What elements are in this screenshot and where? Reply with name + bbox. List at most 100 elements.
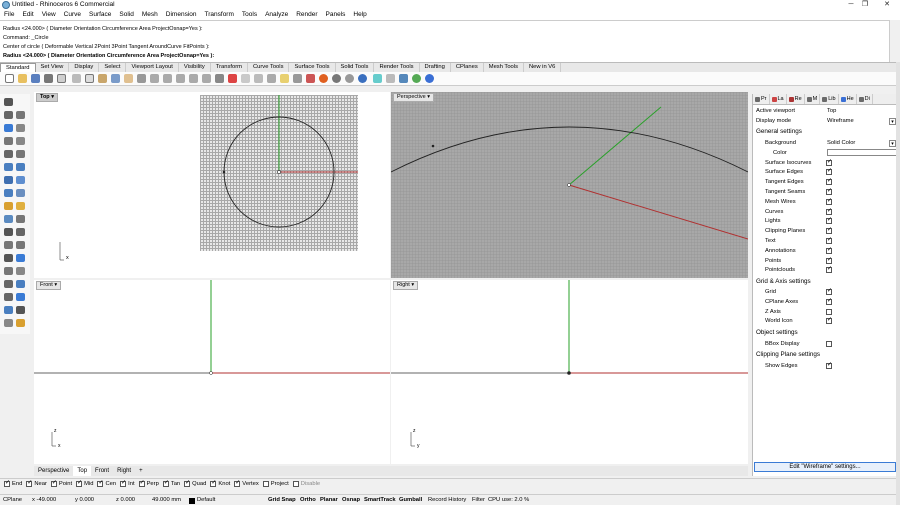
lock-icon[interactable]: [293, 74, 302, 83]
osnap-vertex[interactable]: Vertex: [234, 479, 259, 487]
render-tool-icon[interactable]: [4, 306, 13, 314]
materials-icon[interactable]: [373, 74, 382, 83]
options-icon[interactable]: [386, 74, 395, 83]
command-scrollbar[interactable]: [889, 20, 899, 62]
display-mode-dropdown[interactable]: Wireframe: [827, 118, 854, 124]
mesh-wires-checkbox[interactable]: [826, 197, 832, 205]
osnap-knot[interactable]: Knot: [210, 479, 230, 487]
block-icon[interactable]: [16, 319, 25, 327]
ellipse-icon[interactable]: [16, 124, 25, 132]
osnap-end[interactable]: End: [4, 479, 22, 487]
mesh-icon[interactable]: [4, 189, 13, 197]
cplane-icon[interactable]: [241, 74, 250, 83]
boolean-icon[interactable]: [16, 189, 25, 197]
zoom-window-icon[interactable]: [163, 74, 172, 83]
z-axis-checkbox[interactable]: [826, 308, 832, 315]
circle-tool-icon[interactable]: [4, 124, 13, 132]
split-icon[interactable]: [4, 215, 13, 223]
copy-object-icon[interactable]: [16, 241, 25, 249]
panel-tab-materials[interactable]: M: [805, 94, 821, 104]
undo-icon[interactable]: [111, 74, 120, 83]
tab-set-view[interactable]: Set View: [36, 63, 70, 72]
viewport-right[interactable]: z y Right ▾: [391, 280, 748, 464]
new-file-icon[interactable]: [5, 74, 14, 83]
tab-select[interactable]: Select: [99, 63, 127, 72]
color-swatch[interactable]: [827, 149, 897, 156]
box-icon[interactable]: [4, 176, 13, 184]
osnap-point[interactable]: Point: [50, 479, 72, 487]
pointclouds-checkbox[interactable]: [826, 265, 832, 274]
menu-transform[interactable]: Transform: [201, 10, 238, 20]
layer-icon[interactable]: [306, 74, 315, 83]
tab-solid-tools[interactable]: Solid Tools: [336, 63, 375, 72]
osnap-disable[interactable]: Disable: [292, 481, 320, 487]
pan-hand-icon[interactable]: [124, 74, 133, 83]
tab-drafting[interactable]: Drafting: [420, 63, 451, 72]
gumball-icon[interactable]: [16, 202, 25, 210]
join-icon[interactable]: [4, 228, 13, 236]
viewport-tab-front[interactable]: Front: [91, 466, 113, 476]
viewport-tab-perspective[interactable]: Perspective: [34, 466, 73, 476]
surface-icon[interactable]: [4, 163, 13, 171]
cplane-axes-checkbox[interactable]: [826, 297, 832, 305]
offset-icon[interactable]: [16, 150, 25, 158]
osnap-tan[interactable]: Tan: [162, 479, 180, 487]
sun-icon[interactable]: [399, 74, 408, 83]
menu-solid[interactable]: Solid: [115, 10, 137, 20]
tab-surface-tools[interactable]: Surface Tools: [289, 63, 336, 72]
osnap-mid[interactable]: Mid: [76, 479, 93, 487]
polyline-icon[interactable]: [4, 111, 13, 119]
explode-icon[interactable]: [16, 228, 25, 236]
menu-dimension[interactable]: Dimension: [162, 10, 201, 20]
panel-tab-properties[interactable]: Pr: [753, 94, 770, 104]
show-objects-icon[interactable]: [267, 74, 276, 83]
properties-icon[interactable]: [319, 74, 328, 83]
osnap-cen[interactable]: Cen: [97, 479, 116, 487]
move-icon[interactable]: [4, 241, 13, 249]
select-icon[interactable]: [228, 74, 237, 83]
tangent-edges-checkbox[interactable]: [826, 177, 832, 186]
world-icon-checkbox[interactable]: [826, 316, 832, 325]
mirror-icon[interactable]: [16, 280, 25, 288]
tab-curve-tools[interactable]: Curve Tools: [248, 63, 290, 72]
color-row[interactable]: Color: [753, 149, 899, 159]
menu-render[interactable]: Render: [292, 10, 321, 20]
viewport-tab-right[interactable]: Right: [113, 466, 135, 476]
annotations-checkbox[interactable]: [826, 246, 832, 254]
points-checkbox[interactable]: [826, 256, 832, 264]
panel-tab-display[interactable]: Di: [857, 94, 873, 104]
dimension-icon[interactable]: [16, 254, 25, 262]
curve-icon[interactable]: [4, 150, 13, 158]
extrude-icon[interactable]: [16, 163, 25, 171]
group-icon[interactable]: [4, 319, 13, 327]
display-mode-row[interactable]: Display mode Wireframe ▾: [753, 117, 899, 127]
viewport-perspective[interactable]: Perspective ▾: [391, 92, 748, 278]
viewport-title-right[interactable]: Right ▾: [393, 281, 419, 290]
tab-viewport-layout[interactable]: Viewport Layout: [126, 63, 179, 72]
smarttrack-toggle[interactable]: SmartTrack: [364, 497, 396, 503]
tab-cplanes[interactable]: CPlanes: [451, 63, 484, 72]
snap-icon[interactable]: [16, 293, 25, 301]
text-checkbox[interactable]: [826, 236, 832, 244]
array-icon[interactable]: [4, 267, 13, 275]
grid-snap-toggle[interactable]: Grid Snap: [268, 497, 296, 503]
trim-icon[interactable]: [16, 215, 25, 223]
shaded-sphere-icon[interactable]: [332, 74, 341, 83]
light-bulb-icon[interactable]: [280, 74, 289, 83]
fillet-icon[interactable]: [4, 202, 13, 210]
menu-panels[interactable]: Panels: [322, 10, 350, 20]
hide-objects-icon[interactable]: [254, 74, 263, 83]
tangent-seams-checkbox[interactable]: [826, 187, 832, 195]
grid-checkbox[interactable]: [826, 287, 832, 295]
osnap-project[interactable]: Project: [262, 481, 289, 487]
tab-visibility[interactable]: Visibility: [179, 63, 211, 72]
analyze-icon[interactable]: [4, 293, 13, 301]
viewport-front[interactable]: z x Front ▾: [34, 280, 390, 464]
clipping-planes-checkbox[interactable]: [826, 226, 832, 235]
surface-edges-checkbox[interactable]: [826, 167, 832, 176]
panel-tab-help[interactable]: He: [839, 94, 857, 104]
online-icon[interactable]: [412, 74, 421, 83]
menu-file[interactable]: File: [0, 10, 18, 20]
viewport-title-perspective[interactable]: Perspective ▾: [393, 93, 435, 102]
rotate-view-icon[interactable]: [137, 74, 146, 83]
